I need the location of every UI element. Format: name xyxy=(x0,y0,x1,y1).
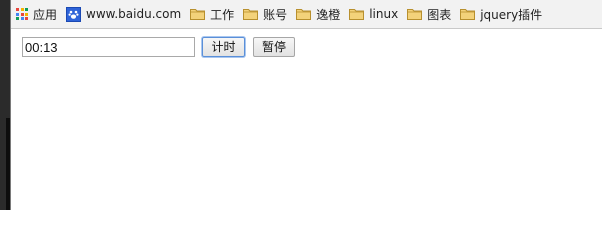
bookmark-folder-jquery-plugins[interactable]: jquery插件 xyxy=(455,3,546,25)
folder-icon xyxy=(407,8,423,20)
page-content: 计时 暂停 xyxy=(11,29,602,210)
baidu-paw-icon xyxy=(66,6,82,22)
bookmarks-bar: 应用 www.baidu.com 工作 账号 逸橙 linux 图表 jquer… xyxy=(11,0,602,29)
left-window-edge xyxy=(0,0,11,210)
bookmark-label: 账号 xyxy=(263,7,288,22)
folder-icon xyxy=(296,8,312,20)
start-timer-button[interactable]: 计时 xyxy=(202,37,245,57)
folder-icon xyxy=(460,8,476,20)
bookmark-label: 图表 xyxy=(427,7,452,22)
bookmark-folder-charts[interactable]: 图表 xyxy=(402,3,455,25)
bookmark-folder-linux[interactable]: linux xyxy=(344,3,402,25)
folder-icon xyxy=(190,8,206,20)
bookmark-label: linux xyxy=(369,7,399,21)
bookmark-apps[interactable]: 应用 xyxy=(11,3,61,25)
pause-timer-button[interactable]: 暂停 xyxy=(253,37,295,57)
folder-icon xyxy=(243,8,259,20)
bookmark-label: jquery插件 xyxy=(480,7,543,22)
bookmark-folder-yicheng[interactable]: 逸橙 xyxy=(291,3,344,25)
bookmark-label: www.baidu.com xyxy=(86,7,182,21)
left-scrollbar-sliver xyxy=(6,118,10,210)
browser-window: 应用 www.baidu.com 工作 账号 逸橙 linux 图表 jquer… xyxy=(0,0,602,210)
bookmark-label: 应用 xyxy=(33,7,58,22)
bookmark-folder-accounts[interactable]: 账号 xyxy=(238,3,291,25)
folder-icon xyxy=(349,8,365,20)
bookmark-label: 逸橙 xyxy=(316,7,341,22)
bookmark-folder-work[interactable]: 工作 xyxy=(185,3,238,25)
bookmark-label: 工作 xyxy=(210,7,235,22)
bookmark-baidu[interactable]: www.baidu.com xyxy=(61,3,185,25)
timer-display-input[interactable] xyxy=(22,37,195,57)
apps-grid-icon xyxy=(16,8,28,20)
